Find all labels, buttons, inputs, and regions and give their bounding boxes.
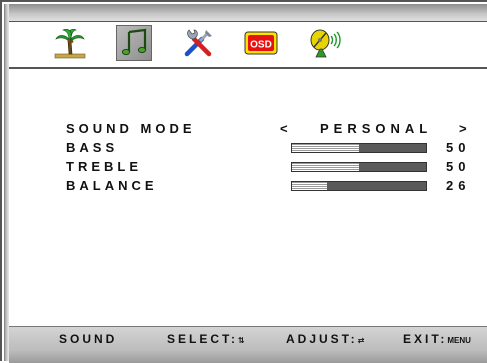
bass-value: 50 — [446, 140, 471, 155]
footer-select-hint: SELECT:⇅ — [167, 332, 245, 346]
palm-tree-icon — [54, 29, 86, 59]
menu-tab-bar: OSD — [9, 22, 487, 67]
bass-slider-rest — [359, 144, 426, 152]
up-down-arrows-icon: ⇅ — [238, 336, 245, 345]
tab-picture[interactable] — [52, 25, 88, 61]
footer-section-title: SOUND — [59, 332, 118, 346]
balance-slider-fill — [292, 182, 327, 190]
osd-window: OSD SOUND MODE < PERSONAL > BASS 50 TREB… — [0, 0, 487, 363]
footer-exit-label: EXIT: — [403, 332, 448, 346]
sound-mode-value: PERSONAL — [320, 121, 433, 136]
treble-slider-fill — [292, 163, 359, 171]
sound-mode-label: SOUND MODE — [66, 121, 196, 136]
sound-mode-next-arrow[interactable]: > — [459, 121, 471, 136]
balance-label: BALANCE — [66, 178, 158, 193]
footer-adjust-label: ADJUST: — [286, 332, 358, 346]
left-right-arrows-icon: ⇄ — [357, 336, 365, 345]
footer-exit-hint: EXIT:MENU — [403, 332, 471, 346]
treble-slider[interactable] — [291, 162, 427, 172]
balance-value: 26 — [446, 178, 471, 193]
bass-slider-fill — [292, 144, 359, 152]
footer-select-label: SELECT: — [167, 332, 239, 346]
header-divider — [9, 67, 487, 69]
treble-value: 50 — [446, 159, 471, 174]
footer-adjust-hint: ADJUST:⇄ — [286, 332, 364, 346]
tab-sound[interactable] — [116, 25, 152, 61]
tab-osd[interactable]: OSD — [243, 25, 279, 61]
footer-exit-key: MENU — [447, 336, 471, 345]
bass-label: BASS — [66, 140, 119, 155]
tools-icon — [184, 29, 212, 57]
music-note-icon — [121, 28, 147, 56]
treble-slider-rest — [359, 163, 426, 171]
osd-icon-label: OSD — [250, 40, 272, 51]
satellite-dish-icon — [310, 29, 341, 58]
treble-row[interactable]: TREBLE 50 — [66, 158, 486, 177]
treble-label: TREBLE — [66, 159, 142, 174]
balance-row[interactable]: BALANCE 26 — [66, 177, 486, 196]
tab-setup[interactable] — [180, 25, 216, 61]
tab-channel[interactable] — [307, 25, 343, 61]
title-bar — [9, 4, 487, 22]
bass-slider[interactable] — [291, 143, 427, 153]
sound-mode-prev-arrow[interactable]: < — [280, 121, 292, 136]
footer-bar: SOUND SELECT:⇅ ADJUST:⇄ EXIT:MENU — [9, 326, 487, 350]
sound-mode-row[interactable]: SOUND MODE < PERSONAL > — [66, 120, 486, 139]
bass-row[interactable]: BASS 50 — [66, 139, 486, 158]
balance-slider[interactable] — [291, 181, 427, 191]
balance-slider-rest — [326, 182, 426, 190]
osd-icon: OSD — [244, 31, 278, 55]
sound-menu: SOUND MODE < PERSONAL > BASS 50 TREBLE 5… — [66, 120, 486, 196]
